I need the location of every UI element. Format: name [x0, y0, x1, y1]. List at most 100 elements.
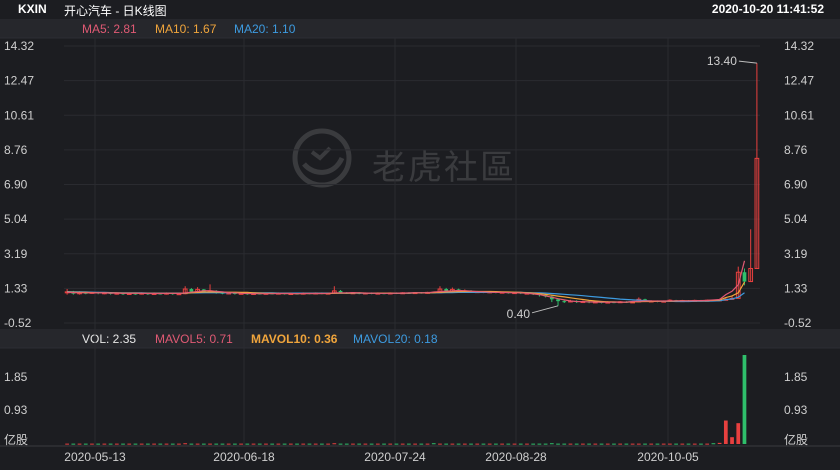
volume-bar: [363, 443, 368, 445]
volume-bar: [189, 443, 194, 445]
x-tick-label: 2020-06-18: [213, 450, 275, 464]
price-tick-label-right: 8.76: [784, 143, 808, 157]
volume-bar: [394, 443, 399, 445]
volume-bar: [139, 443, 144, 445]
volume-bar: [301, 443, 306, 445]
volume-bar: [83, 443, 88, 445]
x-tick-label: 2020-07-24: [364, 450, 426, 464]
price-tick-label-right: 12.47: [784, 74, 814, 88]
volume-bar: [506, 443, 511, 445]
price-tick-label-right: 1.33: [784, 281, 808, 295]
volume-bar: [469, 443, 473, 445]
price-tick-label-left: 3.19: [4, 247, 28, 261]
volume-bar: [562, 443, 567, 445]
volume-bar: [96, 443, 101, 445]
volume-bar: [276, 443, 281, 445]
volume-bar: [332, 443, 337, 445]
price-tick-label-right: 5.04: [784, 212, 808, 226]
volume-bar: [630, 443, 635, 445]
volume-bar: [382, 443, 386, 445]
price-tick-label-left: 5.04: [4, 212, 28, 226]
volume-tick-label-left: 0.93: [4, 403, 28, 417]
volume-bar: [568, 443, 573, 445]
volume-bar: [599, 443, 604, 445]
volume-bar: [158, 443, 163, 445]
candle-body: [742, 272, 747, 282]
volume-bar: [77, 443, 82, 445]
volume-bar: [593, 443, 598, 445]
price-tick-label-left: 10.61: [4, 108, 34, 122]
volume-bar: [705, 443, 710, 445]
volume-bar: [525, 443, 529, 445]
volume-bar: [208, 443, 212, 445]
volume-bar: [152, 443, 156, 445]
volume-bar: [450, 443, 455, 445]
volume-bar: [121, 443, 125, 445]
volume-tick-label-right: 亿股: [784, 432, 808, 447]
volume-bar: [264, 443, 268, 445]
volume-bar: [636, 443, 641, 445]
volume-bar: [500, 443, 504, 445]
volume-bar: [661, 443, 666, 445]
ma10-line: [67, 281, 746, 303]
price-tick-label-left: 1.33: [4, 281, 28, 295]
volume-bar: [574, 443, 579, 445]
price-tick-label-right: 14.32: [784, 39, 814, 53]
volume-bar: [624, 443, 629, 445]
volume-bar: [220, 443, 225, 445]
volume-bar: [388, 443, 393, 445]
x-tick-label: 2020-08-28: [485, 450, 547, 464]
volume-bar: [711, 443, 716, 445]
volume-bar: [133, 443, 138, 445]
candle-body: [189, 289, 194, 292]
volume-bar: [71, 443, 76, 445]
volume-bar: [351, 443, 355, 445]
volume-bar: [456, 443, 461, 445]
price-tick-label-right: 10.61: [784, 108, 814, 122]
volume-bar: [419, 443, 424, 445]
volume-tick-label-left: 1.85: [4, 370, 28, 384]
price-tick-label-right: 3.19: [784, 247, 808, 261]
volume-bar: [699, 443, 703, 445]
volume-bar: [686, 443, 691, 445]
volume-bar: [313, 443, 318, 445]
min-price-label: 0.40: [507, 307, 531, 321]
volume-bar: [195, 443, 200, 445]
volume-bar: [655, 443, 660, 445]
price-tick-label-right: -0.52: [784, 316, 812, 330]
volume-bar: [730, 437, 734, 444]
volume-bar: [90, 443, 94, 445]
volume-bar: [581, 443, 585, 445]
volume-bar: [127, 443, 132, 445]
volume-bar: [338, 443, 343, 445]
volume-bar: [307, 443, 312, 445]
volume-bar: [288, 443, 293, 445]
volume-bar: [407, 443, 411, 445]
volume-bar: [369, 443, 374, 445]
volume-bar: [742, 355, 747, 444]
volume-bar: [680, 443, 685, 445]
volume-bar: [587, 443, 591, 445]
volume-bar: [543, 443, 548, 445]
volume-bar: [531, 443, 536, 445]
price-tick-label-left: 14.32: [4, 39, 34, 53]
volume-bar: [518, 443, 523, 445]
volume-bar: [494, 443, 498, 445]
volume-bar: [295, 443, 299, 445]
max-price-label: 13.40: [707, 54, 737, 68]
volume-bar: [537, 443, 542, 445]
volume-bar: [108, 443, 113, 445]
volume-bar: [201, 443, 206, 445]
volume-bar: [556, 443, 560, 445]
volume-bar: [170, 443, 175, 445]
volume-bar: [431, 443, 436, 445]
volume-bar: [177, 443, 181, 445]
volume-bar: [736, 423, 741, 444]
volume-bar: [612, 443, 616, 445]
volume-bar: [344, 443, 349, 445]
volume-bar: [146, 443, 150, 445]
volume-bar: [413, 443, 417, 445]
volume-bar: [674, 443, 678, 445]
volume-bar: [400, 443, 405, 445]
price-tick-label-left: 12.47: [4, 74, 34, 88]
